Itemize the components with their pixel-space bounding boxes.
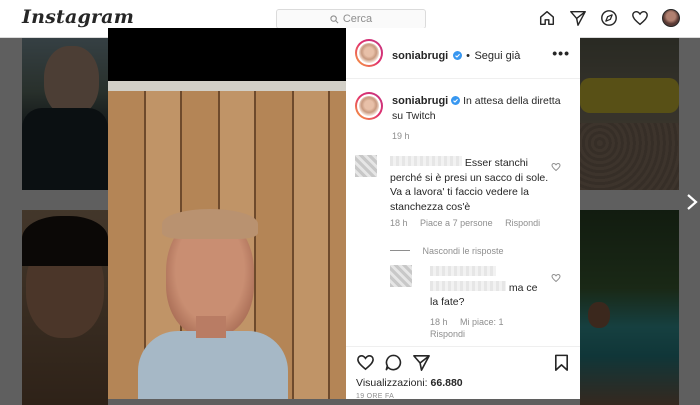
comment-likes[interactable]: Piace a 7 persone [420, 218, 493, 228]
replies-toggle[interactable]: Nascondi le risposte [390, 241, 504, 259]
share-direct-icon[interactable] [412, 353, 431, 372]
post-video[interactable] [108, 28, 346, 399]
activity-heart-icon[interactable] [631, 9, 649, 27]
like-heart-icon[interactable] [356, 353, 375, 372]
verified-badge-icon [452, 51, 462, 60]
reply-username-redacted [430, 266, 496, 276]
reply-meta: 18 h Mi piace: 1 Rispondi [430, 316, 540, 340]
post-header: soniabrugi • Segui già ••• [346, 28, 580, 79]
reply-time: 18 h [430, 317, 448, 327]
more-options-icon[interactable]: ••• [552, 45, 570, 61]
reply-avatar[interactable] [390, 265, 412, 287]
reply-reply-button[interactable]: Rispondi [430, 329, 465, 339]
caption-author-avatar[interactable] [355, 92, 383, 120]
post-actions-bar: Visualizzazioni: 66.880 19 ORE FA [346, 346, 580, 400]
verified-badge-icon [451, 96, 461, 105]
reply-like-heart-icon[interactable] [551, 273, 561, 283]
explore-icon[interactable] [600, 9, 618, 27]
comment-avatar[interactable] [355, 155, 377, 177]
save-bookmark-icon[interactable] [552, 353, 571, 372]
views-value: 66.880 [430, 377, 463, 389]
comment-time: 18 h [390, 218, 408, 228]
post-author-username[interactable]: soniabrugi [392, 50, 448, 62]
reply-likes[interactable]: Mi piace: 1 [460, 317, 504, 327]
search-icon [330, 14, 339, 23]
views-label: Visualizzazioni: [356, 377, 428, 389]
direct-icon[interactable] [569, 9, 587, 27]
post-side-panel: soniabrugi • Segui già ••• soniabrugi In… [346, 28, 580, 400]
home-icon[interactable] [538, 9, 556, 27]
post-author-avatar[interactable] [355, 39, 383, 67]
next-arrow-icon[interactable] [686, 193, 698, 211]
hide-replies-label: Nascondi le risposte [422, 246, 504, 256]
profile-avatar[interactable] [662, 9, 680, 27]
video-frame [108, 81, 346, 399]
follow-status-button[interactable]: Segui già [474, 50, 520, 62]
comment-like-heart-icon[interactable] [551, 162, 561, 172]
caption-username[interactable]: soniabrugi [392, 95, 448, 107]
instagram-logo[interactable]: Instagram [22, 6, 134, 28]
reply-mention-redacted [430, 280, 506, 291]
comment-username-redacted [390, 156, 462, 166]
caption-time: 19 h [392, 131, 410, 141]
views-count[interactable]: Visualizzazioni: 66.880 [356, 377, 463, 389]
comment-reply-button[interactable]: Rispondi [505, 218, 540, 228]
comment-bubble-icon[interactable] [384, 353, 403, 372]
search-input[interactable]: Cerca [276, 9, 426, 29]
replies-divider [390, 250, 410, 251]
post-timestamp: 19 ORE FA [356, 393, 395, 400]
separator-dot: • [466, 50, 470, 62]
nav-icons [538, 9, 680, 27]
reply-item: ma ce la fate? [430, 266, 548, 310]
comment-item: Esser stanchi perché si è presi un sacco… [390, 156, 554, 214]
comment-meta: 18 h Piace a 7 persone Rispondi [390, 218, 550, 228]
post-caption: soniabrugi In attesa della diretta su Tw… [392, 94, 570, 123]
search-placeholder: Cerca [342, 13, 373, 25]
